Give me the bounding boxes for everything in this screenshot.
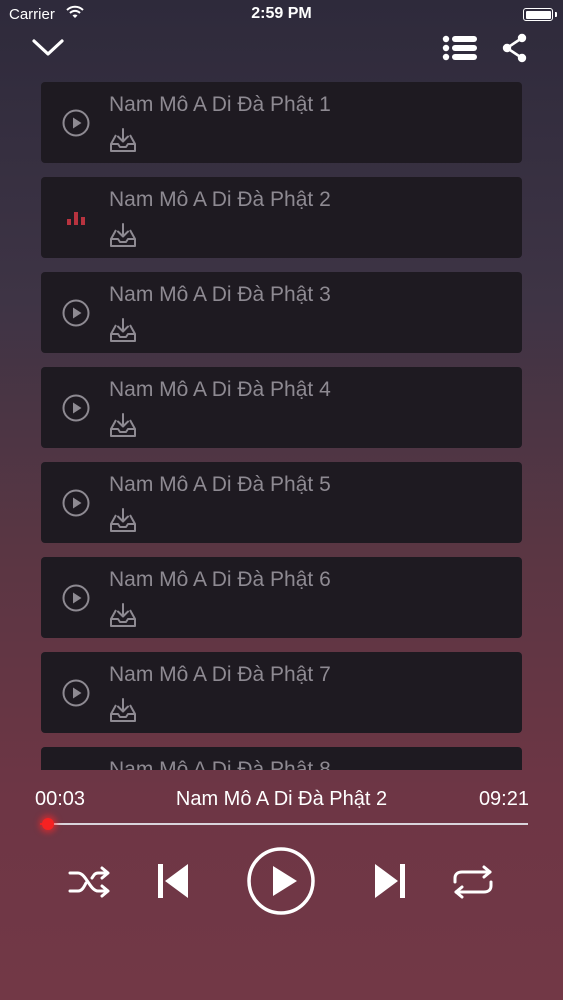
track-title: Nam Mô A Di Đà Phật 8 [109, 758, 331, 770]
track-item[interactable]: Nam Mô A Di Đà Phật 4 [41, 367, 522, 448]
play-circle-icon[interactable] [62, 299, 90, 327]
track-title: Nam Mô A Di Đà Phật 2 [109, 188, 331, 211]
previous-button[interactable] [155, 860, 191, 902]
download-icon[interactable] [109, 602, 137, 628]
play-circle-icon[interactable] [62, 394, 90, 422]
download-icon[interactable] [109, 127, 137, 153]
chevron-down-icon [32, 39, 64, 56]
track-item[interactable]: Nam Mô A Di Đà Phật 5 [41, 462, 522, 543]
progress-thumb[interactable] [41, 818, 54, 830]
share-button[interactable] [497, 32, 533, 64]
track-title: Nam Mô A Di Đà Phật 3 [109, 283, 331, 306]
track-title: Nam Mô A Di Đà Phật 4 [109, 378, 331, 401]
track-item[interactable]: Nam Mô A Di Đà Phật 3 [41, 272, 522, 353]
status-bar: Carrier 2:59 PM [0, 0, 563, 30]
track-item-active[interactable]: Nam Mô A Di Đà Phật 2 [41, 177, 522, 258]
track-item[interactable]: Nam Mô A Di Đà Phật 1 [41, 82, 522, 163]
player-controls: 00:03 Nam Mô A Di Đà Phật 2 09:21 [0, 770, 563, 1000]
battery-icon [523, 8, 557, 21]
play-icon [247, 847, 315, 915]
download-icon[interactable] [109, 507, 137, 533]
previous-icon [158, 864, 188, 898]
next-button[interactable] [372, 860, 408, 902]
track-title: Nam Mô A Di Đà Phật 7 [109, 663, 331, 686]
repeat-button[interactable] [449, 862, 497, 902]
download-icon[interactable] [109, 412, 137, 438]
shuffle-icon [68, 866, 110, 898]
play-circle-icon[interactable] [62, 584, 90, 612]
play-circle-icon[interactable] [62, 109, 90, 137]
collapse-button[interactable] [30, 32, 66, 64]
track-title: Nam Mô A Di Đà Phật 1 [109, 93, 331, 116]
play-circle-icon[interactable] [62, 489, 90, 517]
status-time: 2:59 PM [251, 5, 312, 22]
repeat-icon [453, 865, 493, 899]
track-title: Nam Mô A Di Đà Phật 6 [109, 568, 331, 591]
playlist-icon [442, 35, 477, 61]
track-list[interactable]: Nam Mô A Di Đà Phật 1 Nam Mô A Di Đà Phậ… [0, 82, 563, 770]
track-title: Nam Mô A Di Đà Phật 5 [109, 473, 331, 496]
play-circle-icon[interactable] [62, 679, 90, 707]
playlist-button[interactable] [442, 32, 478, 64]
shuffle-button[interactable] [67, 862, 113, 902]
track-item[interactable]: Nam Mô A Di Đà Phật 8 [41, 747, 522, 770]
next-icon [375, 864, 405, 898]
download-icon[interactable] [109, 222, 137, 248]
track-item[interactable]: Nam Mô A Di Đà Phật 6 [41, 557, 522, 638]
progress-bar[interactable] [40, 818, 528, 830]
download-icon[interactable] [109, 317, 137, 343]
share-icon [502, 33, 527, 63]
download-icon[interactable] [109, 697, 137, 723]
play-button[interactable] [246, 846, 316, 916]
track-item[interactable]: Nam Mô A Di Đà Phật 7 [41, 652, 522, 733]
total-time: 09:21 [478, 788, 529, 810]
equalizer-icon [62, 204, 90, 232]
